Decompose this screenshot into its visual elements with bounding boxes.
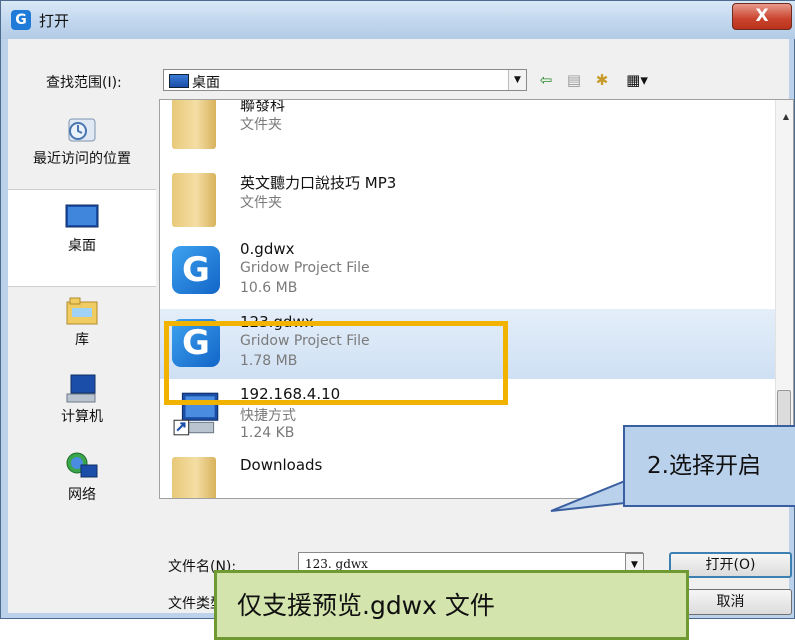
place-library[interactable]: 库 [8,294,156,348]
file-name: 聯發科 [240,99,286,114]
place-computer[interactable]: 计算机 [8,371,156,425]
window-title: 打开 [39,12,70,30]
place-label: 桌面 [68,238,96,254]
file-name: Downloads [240,456,323,474]
chevron-down-icon[interactable]: ▼ [508,70,526,90]
places-bar: 最近访问的位置 桌面 库 计算机 网络 [8,99,156,559]
file-size: 10.6 MB [240,280,298,296]
scroll-up-icon[interactable]: ▲ [783,112,789,121]
selection-highlight-box [164,321,508,405]
place-label: 库 [75,332,89,348]
place-label: 最近访问的位置 [33,151,131,167]
list-item[interactable]: G 0.gdwx Gridow Project File 10.6 MB [160,236,780,306]
up-folder-icon[interactable]: ▤ [564,70,584,90]
library-icon [66,297,98,325]
recent-places-icon [68,118,96,142]
place-label: 网络 [68,487,96,503]
place-desktop[interactable]: 桌面 [8,189,156,287]
file-name: 英文聽力口說技巧 MP3 [240,174,397,192]
look-in-label: 查找范围(I): [46,75,122,91]
place-network[interactable]: 网络 [8,449,156,503]
folder-icon [172,457,224,498]
file-type: 文件夹 [240,195,282,211]
view-menu-icon[interactable]: ▦▾ [620,70,654,90]
place-recent[interactable]: 最近访问的位置 [8,113,156,167]
app-icon: G [11,10,31,30]
callout-pointer [550,479,626,512]
look-in-value: 桌面 [192,75,220,91]
computer-icon [66,374,96,403]
place-label: 计算机 [61,409,103,425]
gridow-file-icon: G [172,246,224,302]
look-in-dropdown[interactable]: 桌面 ▼ [163,69,527,91]
callout-annotation: 2.选择开启 [623,425,795,507]
desktop-icon [65,204,99,228]
file-type: Gridow Project File [240,260,370,276]
folder-icon [172,173,224,229]
back-arrow-icon[interactable]: ⇦ [536,70,556,90]
list-item[interactable]: 英文聽力口說技巧 MP3 文件夹 [160,168,780,238]
folder-icon [172,100,224,151]
note-annotation: 仅支援预览.gdwx 文件 [214,570,689,640]
network-icon [66,452,98,478]
file-size: 1.24 KB [240,425,295,441]
file-type: 快捷方式 [240,408,296,424]
list-item[interactable]: 聯發科 文件夹 [160,99,780,160]
file-name: 0.gdwx [240,240,295,258]
close-button[interactable]: X [732,3,792,30]
title-bar[interactable]: G 打开 X [1,1,795,39]
file-type: 文件夹 [240,117,282,133]
desktop-icon [169,74,189,88]
new-folder-icon[interactable]: ✱ [592,70,612,90]
open-file-dialog: G 打开 X 查找范围(I): 桌面 ▼ ⇦ ▤ ✱ ▦▾ 最近访问的位置 桌面… [0,0,795,640]
